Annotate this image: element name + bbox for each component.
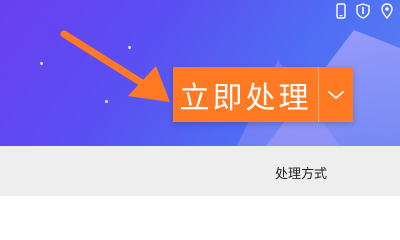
top-icon-bar: [336, 3, 394, 23]
pin-icon[interactable]: [380, 3, 394, 23]
section-header-bar: 处理方式: [0, 146, 400, 196]
phone-icon[interactable]: [336, 3, 346, 23]
handle-now-button[interactable]: 立即处理: [173, 67, 319, 122]
pointer-arrow-icon: [60, 30, 170, 102]
primary-action-group: 立即处理: [173, 67, 353, 122]
chevron-down-icon: [328, 90, 344, 99]
hero-banner: 立即处理: [0, 0, 400, 146]
options-dropdown-button[interactable]: [319, 67, 353, 122]
shield-icon[interactable]: [356, 3, 370, 23]
decor-star: [40, 62, 43, 65]
section-label: 处理方式: [275, 167, 328, 182]
